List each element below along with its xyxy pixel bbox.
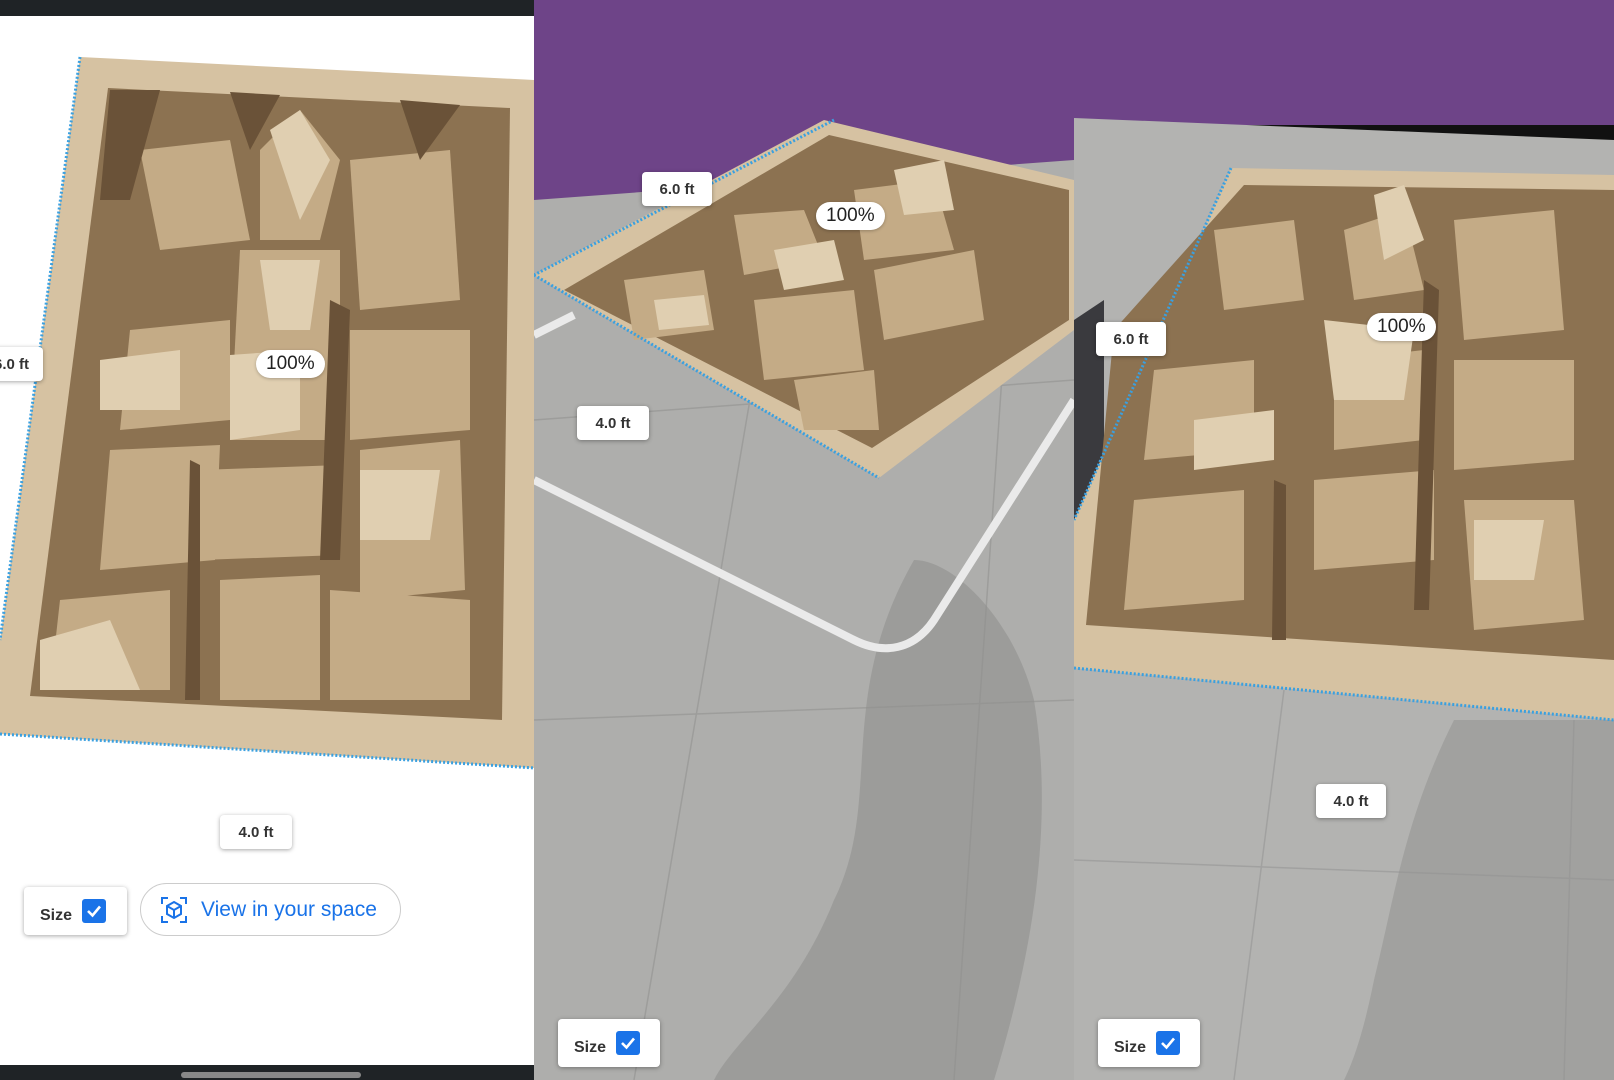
scale-badge: 100% [816,202,885,230]
scale-badge: 100% [1367,313,1436,341]
rug-length-label: 6.0 ft [1096,322,1166,356]
scale-badge: 100% [256,350,325,378]
size-toggle[interactable]: Size [558,1019,660,1067]
home-gesture-handle[interactable] [181,1072,361,1078]
rug-length-label: 6.0 ft [642,172,712,206]
view-in-your-space-label: View in your space [201,897,377,921]
size-checkbox[interactable] [82,899,107,923]
ar-camera-view[interactable] [534,0,1074,1080]
rug-length-label: 6.0 ft [0,347,44,381]
cube-ar-icon [161,896,187,923]
rug-width-label: 4.0 ft [1316,784,1386,818]
check-icon [621,1037,636,1050]
rug-width-label: 4.0 ft [577,406,649,440]
ar-placed-panel: 6.0 ft 100% 4.0 ft Size [1074,0,1614,1080]
size-toggle[interactable]: Size [24,887,127,935]
size-toggle-label: Size [1114,1039,1147,1056]
size-checkbox[interactable] [616,1031,641,1055]
check-icon [87,905,102,918]
preview-panel: 6.0 ft 100% 4.0 ft Size View in your spa… [0,0,534,1080]
check-icon [1161,1037,1176,1050]
ar-placement-panel: 6.0 ft 100% 4.0 ft Size [534,0,1074,1080]
size-toggle-label: Size [574,1039,607,1056]
rug-width-label: 4.0 ft [220,815,292,849]
view-in-your-space-button[interactable]: View in your space [140,883,401,936]
size-toggle[interactable]: Size [1098,1019,1200,1067]
size-checkbox[interactable] [1156,1031,1181,1055]
ar-camera-view[interactable] [1074,0,1614,1080]
size-toggle-label: Size [40,907,73,924]
